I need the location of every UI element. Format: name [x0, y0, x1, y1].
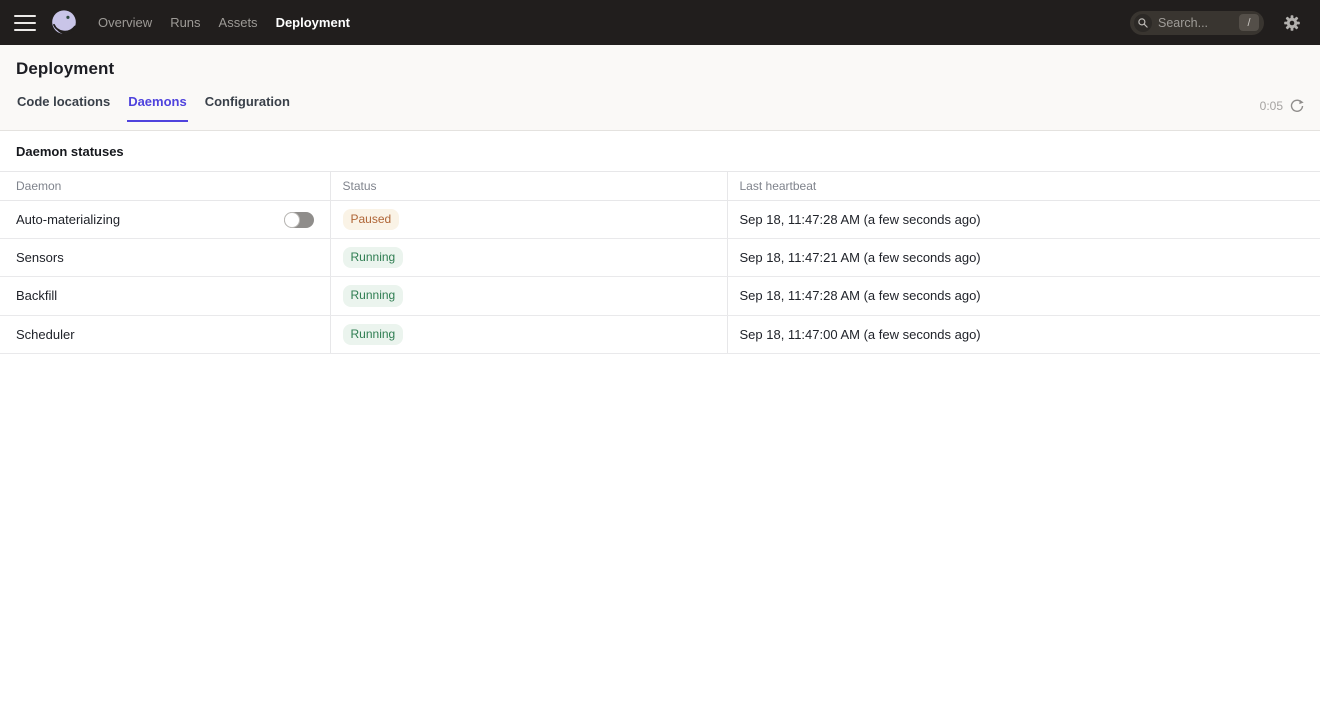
nav-assets[interactable]: Assets	[217, 11, 260, 34]
nav-runs[interactable]: Runs	[168, 11, 202, 34]
refresh-area: 0:05	[1260, 99, 1304, 122]
tab-configuration[interactable]: Configuration	[204, 94, 291, 122]
toggle-switch[interactable]	[284, 212, 314, 228]
table-row: Scheduler Running Sep 18, 11:47:00 AM (a…	[0, 315, 1320, 353]
daemon-name: Scheduler	[16, 327, 75, 342]
table-header-row: Daemon Status Last heartbeat	[0, 172, 1320, 201]
dagster-logo[interactable]	[50, 9, 78, 37]
slash-shortcut-badge: /	[1239, 14, 1259, 31]
page-title: Deployment	[16, 59, 1304, 79]
tab-daemons[interactable]: Daemons	[127, 94, 188, 122]
table-row: Sensors Running Sep 18, 11:47:21 AM (a f…	[0, 239, 1320, 277]
status-badge: Paused	[343, 209, 400, 230]
last-heartbeat: Sep 18, 11:47:21 AM (a few seconds ago)	[727, 239, 1320, 277]
dagster-logo-icon	[50, 9, 78, 37]
topbar: Overview Runs Assets Deployment /	[0, 0, 1320, 45]
search-input[interactable]	[1158, 16, 1239, 30]
column-header-last-heartbeat: Last heartbeat	[727, 172, 1320, 201]
gear-icon[interactable]	[1282, 13, 1302, 33]
toggle-knob	[284, 212, 300, 228]
table-row: Backfill Running Sep 18, 11:47:28 AM (a …	[0, 277, 1320, 315]
menu-icon[interactable]	[14, 15, 36, 31]
last-heartbeat: Sep 18, 11:47:28 AM (a few seconds ago)	[727, 201, 1320, 239]
nav-overview[interactable]: Overview	[96, 11, 154, 34]
status-badge: Running	[343, 324, 404, 345]
last-heartbeat: Sep 18, 11:47:00 AM (a few seconds ago)	[727, 315, 1320, 353]
refresh-countdown: 0:05	[1260, 99, 1283, 113]
tabs: Code locations Daemons Configuration	[16, 94, 291, 122]
status-badge: Running	[343, 247, 404, 268]
table-row: Auto-materializing Paused Sep 18, 11:47:…	[0, 201, 1320, 239]
refresh-icon[interactable]	[1290, 99, 1304, 113]
last-heartbeat: Sep 18, 11:47:28 AM (a few seconds ago)	[727, 277, 1320, 315]
column-header-daemon: Daemon	[0, 172, 330, 201]
tabs-row: Code locations Daemons Configuration 0:0…	[16, 94, 1304, 122]
main-content: Daemon statuses Daemon Status Last heart…	[0, 131, 1320, 354]
nav-deployment[interactable]: Deployment	[274, 11, 352, 34]
section-heading: Daemon statuses	[0, 131, 1320, 171]
primary-nav: Overview Runs Assets Deployment	[96, 11, 352, 34]
daemon-name: Backfill	[16, 288, 57, 303]
column-header-status: Status	[330, 172, 727, 201]
search-icon	[1134, 14, 1152, 32]
daemon-table: Daemon Status Last heartbeat Auto-materi…	[0, 171, 1320, 354]
tab-code-locations[interactable]: Code locations	[16, 94, 111, 122]
search-box[interactable]: /	[1130, 11, 1264, 35]
daemon-name: Sensors	[16, 250, 64, 265]
status-badge: Running	[343, 285, 404, 306]
daemon-name: Auto-materializing	[16, 212, 120, 227]
page-header: Deployment Code locations Daemons Config…	[0, 45, 1320, 131]
